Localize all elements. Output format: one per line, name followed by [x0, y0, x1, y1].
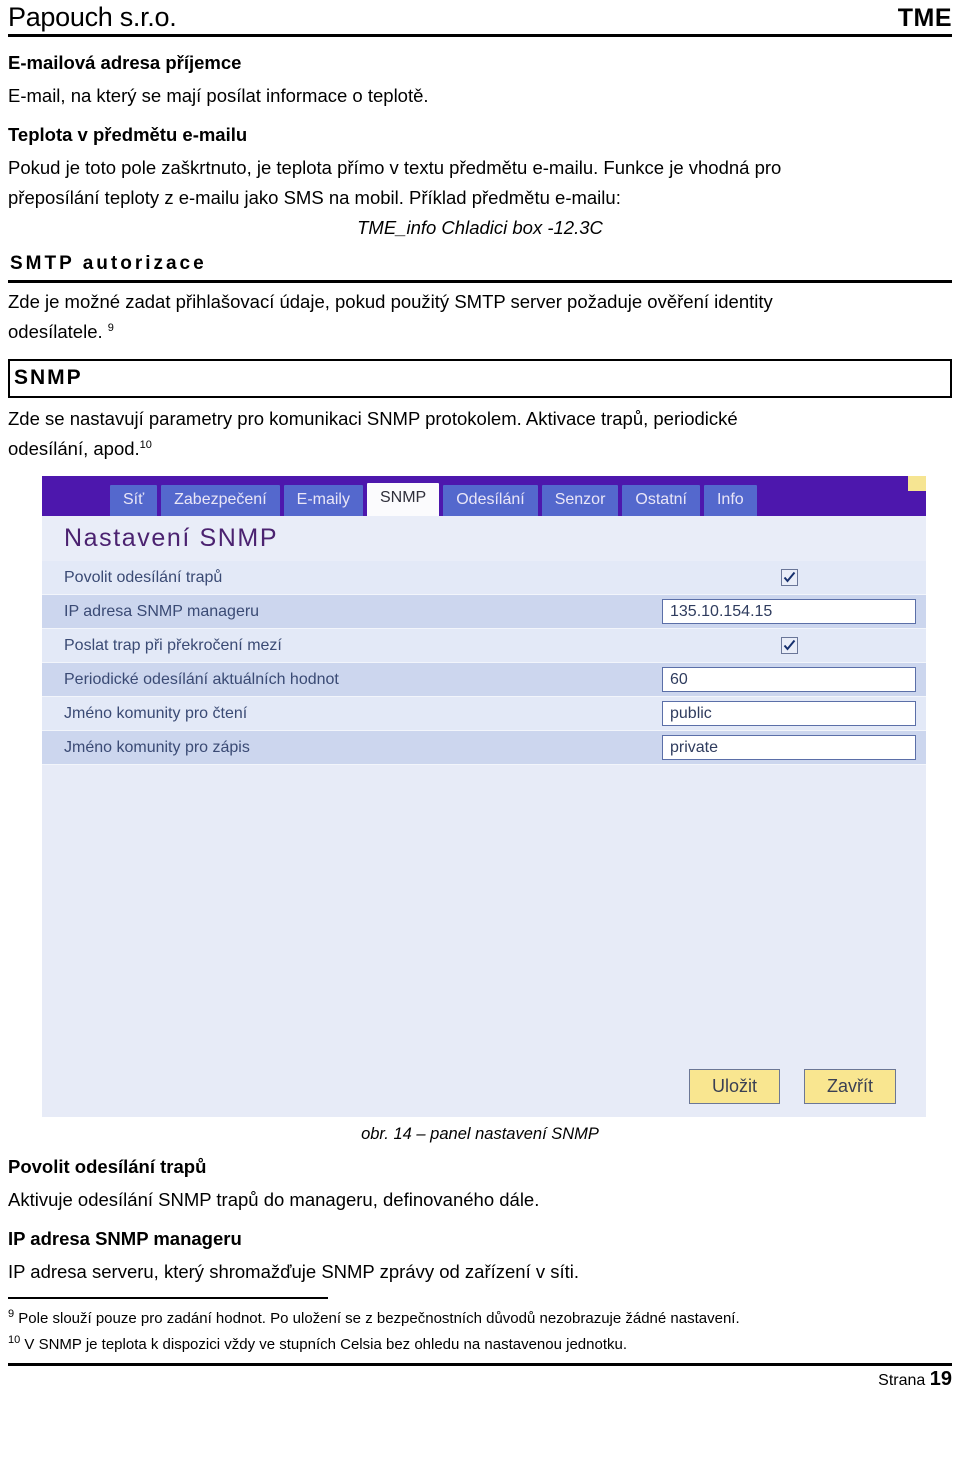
form-row-read-community: Jméno komunity pro čtení [42, 697, 926, 731]
check-icon [783, 571, 795, 583]
desc-manager-ip: IP adresa serveru, který shromažďuje SNM… [8, 1261, 580, 1282]
desc-temp-in-subject-line2: přeposílání teploty z e-mailu jako SMS n… [8, 187, 621, 208]
label-read-community: Jméno komunity pro čtení [64, 704, 248, 722]
footer-page-number: 19 [929, 1368, 952, 1390]
desc-smtp-line2: odesílatele. 9 [8, 317, 952, 347]
form-row-trap-on-limit: Poslat trap při překročení mezí [42, 629, 926, 663]
desc-enable-traps: Aktivuje odesílání SNMP trapů do manager… [8, 1189, 540, 1210]
footer-page-label: Strana [878, 1372, 926, 1389]
term-manager-ip: IP adresa SNMP manageru [8, 1228, 242, 1249]
field-enable-traps [662, 569, 916, 586]
label-trap-on-limit: Poslat trap při překročení mezí [64, 636, 282, 654]
tab-senzor[interactable]: Senzor [541, 485, 619, 516]
section-heading-smtp: SMTP autorizace [8, 249, 952, 283]
term-enable-traps: Povolit odesílání trapů [8, 1156, 207, 1177]
form-row-write-community: Jméno komunity pro zápis [42, 731, 926, 765]
close-button[interactable]: Zavřít [803, 1068, 896, 1104]
footnote-10-number: 10 [8, 1334, 21, 1346]
panel-empty-area [42, 765, 926, 1055]
label-periodic-send: Periodické odesílání aktuálních hodnot [64, 670, 339, 688]
field-trap-on-limit [662, 637, 916, 654]
desc-snmp-line1: Zde se nastavují parametry pro komunikac… [8, 408, 738, 429]
field-periodic-send [662, 667, 916, 692]
tab-emaily[interactable]: E-maily [283, 485, 363, 516]
footnote-separator [8, 1297, 328, 1299]
tab-ostatni[interactable]: Ostatní [622, 485, 700, 516]
desc-snmp-line2: odesílání, apod.10 [8, 434, 952, 464]
field-manager-ip [662, 599, 916, 624]
checkbox-trap-on-limit[interactable] [780, 637, 798, 654]
tab-info[interactable]: Info [703, 485, 757, 516]
panel-button-bar: Uložit Zavřít [42, 1055, 926, 1117]
field-write-community [662, 735, 916, 760]
check-icon [783, 639, 795, 651]
document-content: E-mailová adresa příjemce E-mail, na kte… [8, 37, 952, 1392]
app-panel-body: Nastavení SNMP Povolit odesílání trapů I… [42, 516, 926, 1117]
panel-title: Nastavení SNMP [42, 516, 926, 561]
figure-snmp-panel-screenshot: Síť Zabezpečení E-maily SNMP Odesílání S… [42, 476, 926, 1117]
figure-caption: obr. 14 – panel nastavení SNMP [361, 1125, 599, 1143]
tab-sit[interactable]: Síť [110, 485, 158, 516]
input-periodic-send[interactable] [662, 667, 916, 692]
corner-marker-icon [908, 476, 926, 491]
footnote-ref-10: 10 [139, 438, 152, 451]
tab-odesilani[interactable]: Odesílání [443, 485, 538, 516]
section-heading-snmp: SNMP [8, 359, 952, 398]
footnote-9: 9 Pole slouží pouze pro zadání hodnot. P… [8, 1307, 952, 1331]
label-write-community: Jméno komunity pro zápis [64, 738, 250, 756]
form-row-enable-traps: Povolit odesílání trapů [42, 561, 926, 595]
footnote-10-text: V SNMP je teplota k dispozici vždy ve st… [20, 1336, 627, 1353]
document-page: Papouch s.r.o. TME E-mailová adresa příj… [0, 0, 960, 1481]
footnote-ref-9: 9 [107, 321, 114, 334]
document-header: Papouch s.r.o. TME [8, 0, 952, 37]
desc-temp-in-subject-line1: Pokud je toto pole zaškrtnuto, je teplot… [8, 157, 782, 178]
app-tab-bar: Síť Zabezpečení E-maily SNMP Odesílání S… [42, 476, 926, 516]
desc-smtp-line1: Zde je možné zadat přihlašovací údaje, p… [8, 291, 773, 312]
tab-snmp[interactable]: SNMP [366, 483, 440, 516]
desc-snmp-line2-text: odesílání, apod. [8, 438, 140, 459]
label-manager-ip: IP adresa SNMP manageru [64, 602, 260, 620]
term-temp-in-subject: Teplota v předmětu e-mailu [8, 124, 248, 145]
save-button[interactable]: Uložit [688, 1068, 780, 1104]
footnote-9-text: Pole slouží pouze pro zadání hodnot. Po … [14, 1310, 740, 1327]
field-read-community [662, 701, 916, 726]
input-read-community[interactable] [662, 701, 916, 726]
input-write-community[interactable] [662, 735, 916, 760]
header-company-name: Papouch s.r.o. [8, 2, 177, 32]
form-row-periodic-send: Periodické odesílání aktuálních hodnot [42, 663, 926, 697]
footnote-10: 10 V SNMP je teplota k dispozici vždy ve… [8, 1333, 952, 1357]
form-row-manager-ip: IP adresa SNMP manageru [42, 595, 926, 629]
desc-email-recipient: E-mail, na který se mají posílat informa… [8, 85, 429, 106]
term-email-recipient: E-mailová adresa příjemce [8, 52, 242, 73]
label-enable-traps: Povolit odesílání trapů [64, 568, 223, 586]
input-manager-ip[interactable] [662, 599, 916, 624]
tab-zabezpeceni[interactable]: Zabezpečení [161, 485, 280, 516]
document-footer: Strana 19 [8, 1363, 952, 1392]
desc-smtp-line2-text: odesílatele. [8, 321, 103, 342]
example-email-subject: TME_info Chladici box -12.3C [357, 217, 603, 238]
header-product-name: TME [897, 4, 952, 32]
checkbox-enable-traps[interactable] [780, 569, 798, 586]
